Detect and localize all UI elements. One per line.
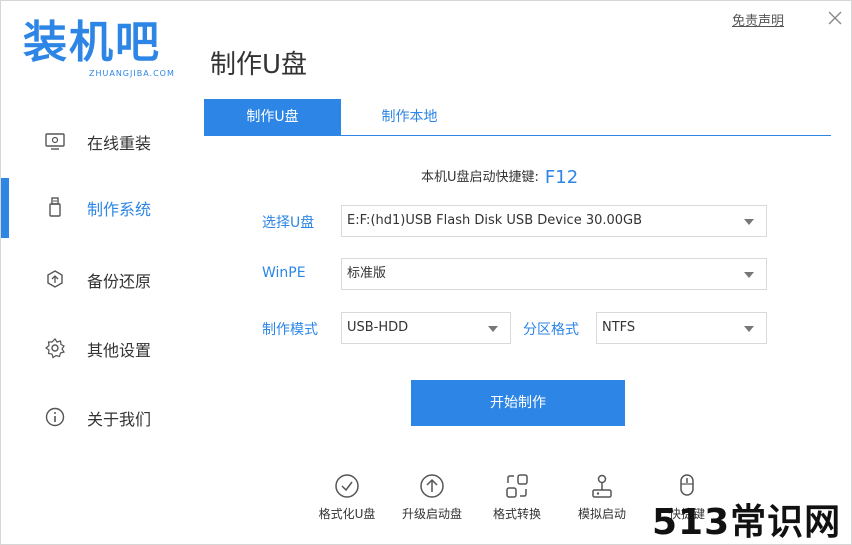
sidebar-item-label: 其他设置 [87, 341, 152, 360]
hotkey-value: F12 [544, 167, 579, 188]
sidebar-item-make-system[interactable]: 制作系统 [1, 178, 191, 238]
disclaimer-link[interactable]: 免责声明 [732, 10, 784, 29]
mode-select-value: USB-HDD [347, 320, 409, 335]
tool-label: 升级启动盘 [401, 507, 462, 521]
winpe-select[interactable]: 标准版 [341, 258, 767, 290]
monitor-icon [45, 133, 65, 150]
sidebar-item-label: 在线重装 [87, 134, 152, 153]
partition-select[interactable]: NTFS [596, 312, 767, 344]
tool-label: 格式转换 [492, 507, 541, 521]
tab-make-local[interactable]: 制作本地 [341, 99, 478, 136]
tab-bar: 制作U盘 制作本地 [204, 99, 831, 136]
sidebar-item-label: 备份还原 [87, 272, 152, 291]
sidebar-item-label: 关于我们 [87, 410, 152, 429]
sidebar-item-backup-restore[interactable]: 备份还原 [1, 254, 191, 304]
tool-simulate-boot[interactable]: 模拟启动 [562, 473, 642, 525]
watermark: 513常识网 [652, 502, 842, 543]
partition-select-value: NTFS [602, 320, 636, 335]
check-circle-icon [335, 474, 359, 498]
partition-label: 分区格式 [523, 322, 579, 338]
winpe-label: WinPE [262, 265, 306, 281]
sidebar-item-online-reinstall[interactable]: 在线重装 [1, 116, 191, 166]
convert-icon [506, 474, 528, 498]
chevron-down-icon [744, 219, 754, 225]
backup-icon [47, 270, 63, 288]
app-window: 装机吧 ZHUANGJIBA.COM 免责声明 制作U盘 在线重装 制作系统 备… [0, 0, 852, 545]
upload-circle-icon [420, 474, 444, 498]
usb-select-value: E:F:(hd1)USB Flash Disk USB Device 30.00… [347, 213, 643, 228]
usb-icon [49, 197, 61, 217]
active-indicator [1, 178, 9, 238]
gear-icon [44, 338, 65, 359]
chevron-down-icon [488, 326, 498, 332]
mode-select[interactable]: USB-HDD [341, 312, 511, 344]
tool-format-convert[interactable]: 格式转换 [477, 473, 557, 525]
chevron-down-icon [744, 326, 754, 332]
hotkey-info: 本机U盘启动快捷键: F12 [421, 166, 578, 188]
mode-label: 制作模式 [262, 322, 318, 338]
logo-subtext: ZHUANGJIBA.COM [89, 69, 175, 78]
hotkey-label: 本机U盘启动快捷键: [421, 170, 539, 185]
joystick-icon [592, 474, 612, 498]
sidebar-item-other-settings[interactable]: 其他设置 [1, 323, 191, 373]
close-icon [828, 11, 842, 25]
tool-label: 模拟启动 [577, 507, 626, 521]
close-button[interactable] [824, 7, 846, 29]
sidebar-item-label: 制作系统 [87, 200, 152, 219]
tab-make-usb[interactable]: 制作U盘 [204, 99, 341, 136]
sidebar-item-about-us[interactable]: 关于我们 [1, 392, 191, 442]
app-logo: 装机吧 ZHUANGJIBA.COM [23, 15, 183, 85]
page-title: 制作U盘 [210, 50, 308, 80]
tool-upgrade-boot-disk[interactable]: 升级启动盘 [392, 473, 472, 525]
tool-format-usb[interactable]: 格式化U盘 [307, 473, 387, 525]
logo-text: 装机吧 [23, 17, 161, 68]
usb-select[interactable]: E:F:(hd1)USB Flash Disk USB Device 30.00… [341, 205, 767, 237]
start-making-button[interactable]: 开始制作 [411, 380, 625, 426]
winpe-select-value: 标准版 [347, 266, 387, 281]
usb-select-label: 选择U盘 [262, 215, 315, 231]
info-icon [45, 407, 65, 427]
tool-label: 格式化U盘 [318, 507, 376, 521]
chevron-down-icon [744, 272, 754, 278]
